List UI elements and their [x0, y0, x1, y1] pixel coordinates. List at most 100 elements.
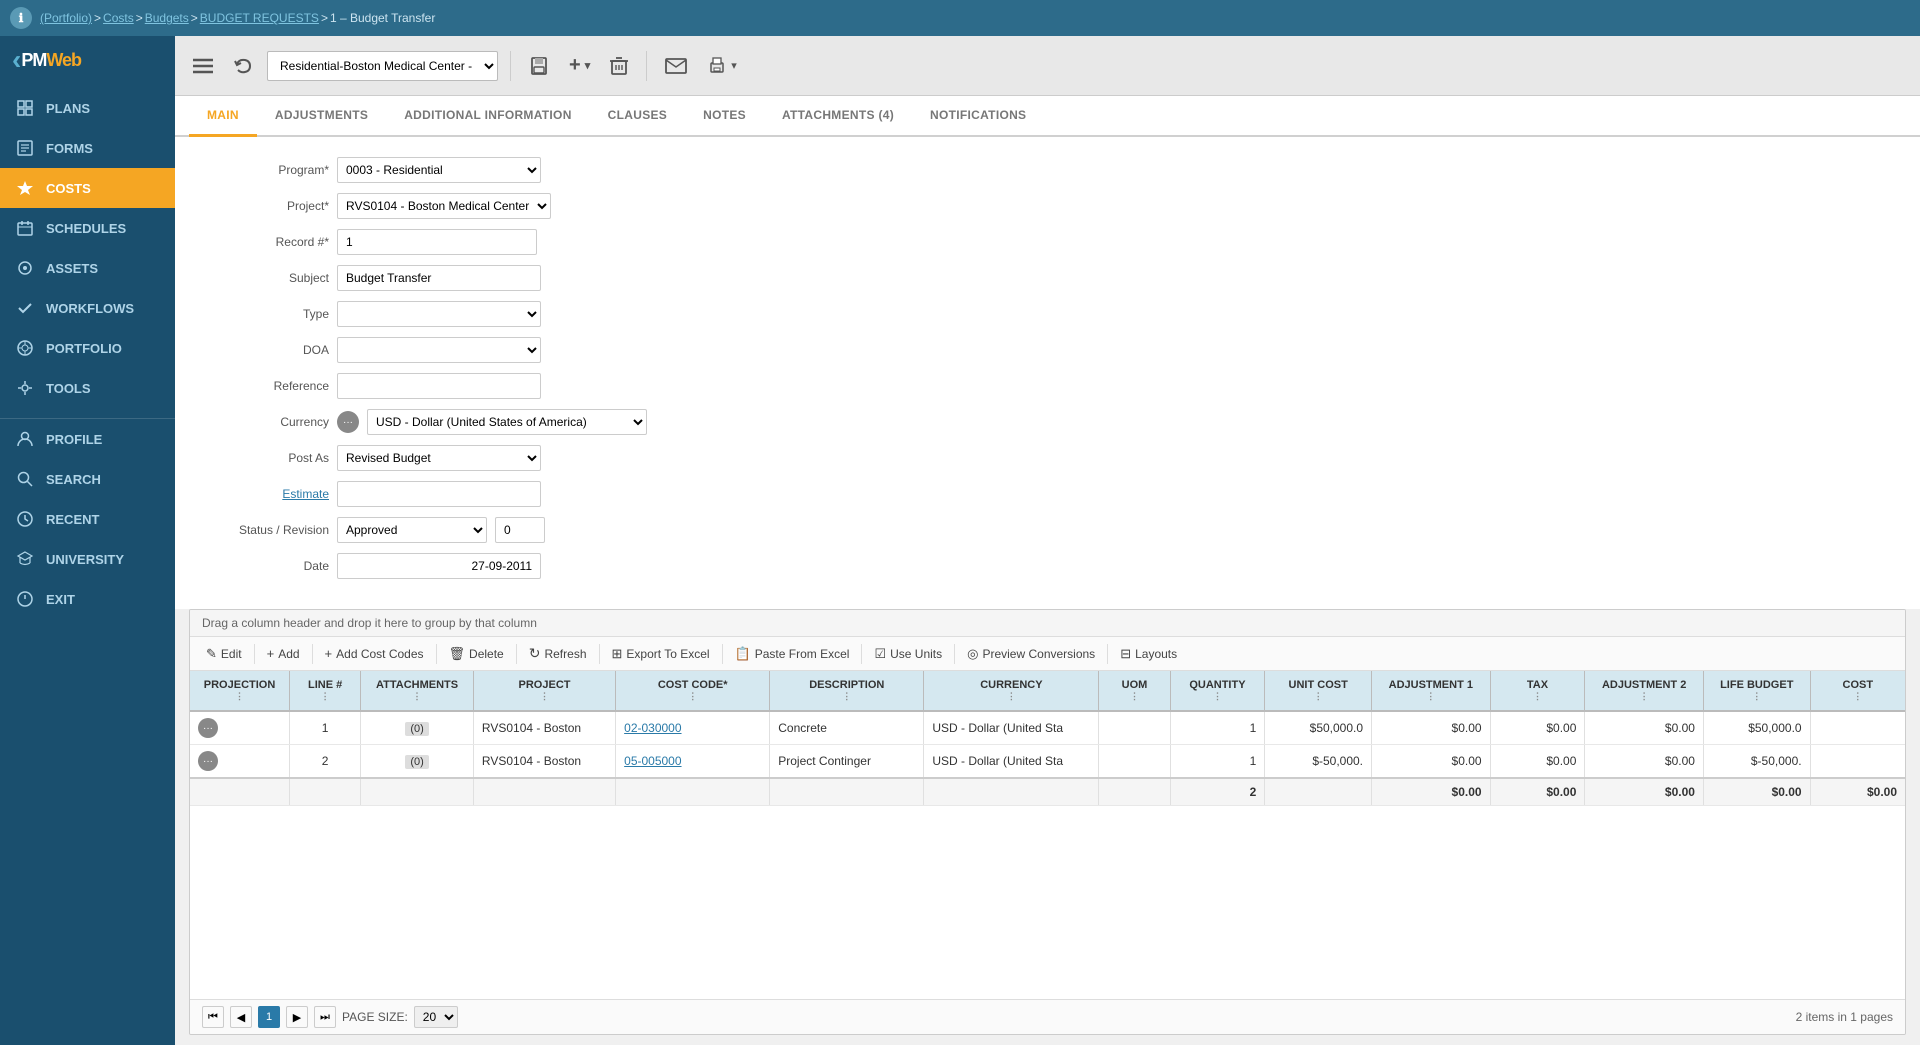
- next-page-button[interactable]: ▶: [286, 1006, 308, 1028]
- col-life-budget[interactable]: LIFE BUDGET ⋮: [1703, 671, 1810, 711]
- sidebar-item-label: FORMS: [46, 141, 93, 156]
- email-button[interactable]: [659, 54, 693, 78]
- drag-hint: Drag a column header and drop it here to…: [190, 610, 1905, 637]
- paste-excel-button[interactable]: 📋 Paste From Excel: [727, 643, 858, 665]
- print-button[interactable]: ▾: [701, 52, 743, 80]
- col-adjustment1[interactable]: ADJUSTMENT 1 ⋮: [1372, 671, 1491, 711]
- sidebar-item-tools[interactable]: TOOLS: [0, 368, 175, 408]
- preview-conversions-button[interactable]: ◎ Preview Conversions: [959, 643, 1103, 665]
- cell-description: Concrete: [770, 711, 924, 745]
- refresh-button[interactable]: ↻ Refresh: [521, 642, 595, 665]
- sidebar-item-profile[interactable]: PROFILE: [0, 419, 175, 459]
- tab-notifications[interactable]: NOTIFICATIONS: [912, 96, 1044, 137]
- pagination-bar: ⏮ ◀ 1 ▶ ⏭ PAGE SIZE: 20 2 items in 1 pag…: [190, 999, 1905, 1034]
- revision-input[interactable]: [495, 517, 545, 543]
- project-select[interactable]: RVS0104 - Boston Medical Center: [337, 193, 551, 219]
- tab-main[interactable]: MAIN: [189, 96, 257, 137]
- sidebar-item-workflows[interactable]: WORKFLOWS: [0, 288, 175, 328]
- refresh-icon: ↻: [529, 645, 541, 662]
- type-select[interactable]: [337, 301, 541, 327]
- col-projection[interactable]: PROJECTION ⋮: [190, 671, 290, 711]
- info-icon[interactable]: ℹ: [10, 7, 32, 29]
- project-dropdown[interactable]: Residential-Boston Medical Center -: [267, 51, 498, 81]
- breadcrumb-sep3: >: [191, 11, 198, 25]
- hamburger-menu-button[interactable]: [187, 54, 219, 78]
- edit-button[interactable]: ✎ Edit: [198, 643, 250, 665]
- save-button[interactable]: [523, 52, 555, 80]
- breadcrumb-portfolio[interactable]: (Portfolio): [40, 11, 92, 25]
- cell-project: RVS0104 - Boston: [473, 711, 615, 745]
- use-units-button[interactable]: ☑ Use Units: [866, 643, 950, 665]
- col-adjustment2[interactable]: ADJUSTMENT 2 ⋮: [1585, 671, 1704, 711]
- export-excel-button[interactable]: ⊞ Export To Excel: [604, 643, 718, 665]
- subject-label: Subject: [199, 271, 329, 285]
- estimate-input[interactable]: [337, 481, 541, 507]
- col-project[interactable]: PROJECT ⋮: [473, 671, 615, 711]
- summary-quantity: 2: [1170, 778, 1265, 806]
- sidebar-item-university[interactable]: UNIVERSITY: [0, 539, 175, 579]
- reference-input[interactable]: [337, 373, 541, 399]
- grid-add-button[interactable]: + Add: [259, 643, 308, 664]
- sidebar-item-costs[interactable]: COSTS: [0, 168, 175, 208]
- status-select[interactable]: Approved: [337, 517, 487, 543]
- col-quantity[interactable]: QUANTITY ⋮: [1170, 671, 1265, 711]
- sidebar-item-search[interactable]: SEARCH: [0, 459, 175, 499]
- add-button[interactable]: + ▾: [563, 50, 596, 81]
- col-unit-cost[interactable]: UNIT COST ⋮: [1265, 671, 1372, 711]
- currency-select[interactable]: USD - Dollar (United States of America): [367, 409, 647, 435]
- add-cost-codes-button[interactable]: + Add Cost Codes: [317, 643, 432, 664]
- row-menu-button[interactable]: ···: [198, 751, 218, 771]
- tab-additional-info[interactable]: ADDITIONAL INFORMATION: [386, 96, 589, 137]
- sidebar-item-forms[interactable]: FORMS: [0, 128, 175, 168]
- currency-dots-button[interactable]: ···: [337, 411, 359, 433]
- tab-clauses[interactable]: CLAUSES: [590, 96, 685, 137]
- tab-adjustments[interactable]: ADJUSTMENTS: [257, 96, 386, 137]
- cell-tax: $0.00: [1490, 711, 1585, 745]
- sidebar-item-schedules[interactable]: SCHEDULES: [0, 208, 175, 248]
- col-cost-code[interactable]: COST CODE* ⋮: [616, 671, 770, 711]
- subject-input[interactable]: [337, 265, 541, 291]
- undo-button[interactable]: [227, 52, 259, 80]
- program-select[interactable]: 0003 - Residential: [337, 157, 541, 183]
- col-uom[interactable]: UOM ⋮: [1099, 671, 1170, 711]
- row-menu-button[interactable]: ···: [198, 718, 218, 738]
- layouts-button[interactable]: ⊟ Layouts: [1112, 643, 1185, 665]
- page-size-select[interactable]: 20: [414, 1006, 458, 1028]
- record-input[interactable]: [337, 229, 537, 255]
- grid-delete-button[interactable]: 🗑 Delete: [441, 643, 512, 665]
- col-cost[interactable]: COST ⋮: [1810, 671, 1905, 711]
- portfolio-icon: [14, 337, 36, 359]
- project-label: Project*: [199, 199, 329, 213]
- layouts-icon: ⊟: [1120, 646, 1131, 662]
- prev-page-button[interactable]: ◀: [230, 1006, 252, 1028]
- tab-attachments[interactable]: ATTACHMENTS (4): [764, 96, 912, 137]
- doa-select[interactable]: [337, 337, 541, 363]
- sidebar-item-assets[interactable]: ASSETS: [0, 248, 175, 288]
- breadcrumb-budget-requests[interactable]: BUDGET REQUESTS: [200, 11, 319, 25]
- recent-icon: [14, 508, 36, 530]
- col-attachments[interactable]: ATTACHMENTS ⋮: [361, 671, 474, 711]
- page-1-button[interactable]: 1: [258, 1006, 280, 1028]
- delete-button[interactable]: [604, 52, 634, 80]
- last-page-button[interactable]: ⏭: [314, 1006, 336, 1028]
- first-page-button[interactable]: ⏮: [202, 1006, 224, 1028]
- col-tax[interactable]: TAX ⋮: [1490, 671, 1585, 711]
- cell-quantity: 1: [1170, 745, 1265, 779]
- cell-uom: [1099, 711, 1170, 745]
- col-description[interactable]: DESCRIPTION ⋮: [770, 671, 924, 711]
- post-as-select[interactable]: Revised Budget: [337, 445, 541, 471]
- cell-projection: ···: [190, 711, 290, 745]
- estimate-link[interactable]: Estimate: [282, 487, 329, 501]
- sidebar-item-plans[interactable]: PLANS: [0, 88, 175, 128]
- col-line-num[interactable]: LINE # ⋮: [290, 671, 361, 711]
- date-input[interactable]: [337, 553, 541, 579]
- breadcrumb-costs[interactable]: Costs: [103, 11, 134, 25]
- tab-notes[interactable]: NOTES: [685, 96, 764, 137]
- table-row: ···2(0)RVS0104 - Boston05-005000Project …: [190, 745, 1905, 779]
- sidebar-item-recent[interactable]: RECENT: [0, 499, 175, 539]
- col-currency[interactable]: CURRENCY ⋮: [924, 671, 1099, 711]
- breadcrumb-sep2: >: [136, 11, 143, 25]
- sidebar-item-exit[interactable]: EXIT: [0, 579, 175, 619]
- sidebar-item-portfolio[interactable]: PORTFOLIO: [0, 328, 175, 368]
- breadcrumb-budgets[interactable]: Budgets: [145, 11, 189, 25]
